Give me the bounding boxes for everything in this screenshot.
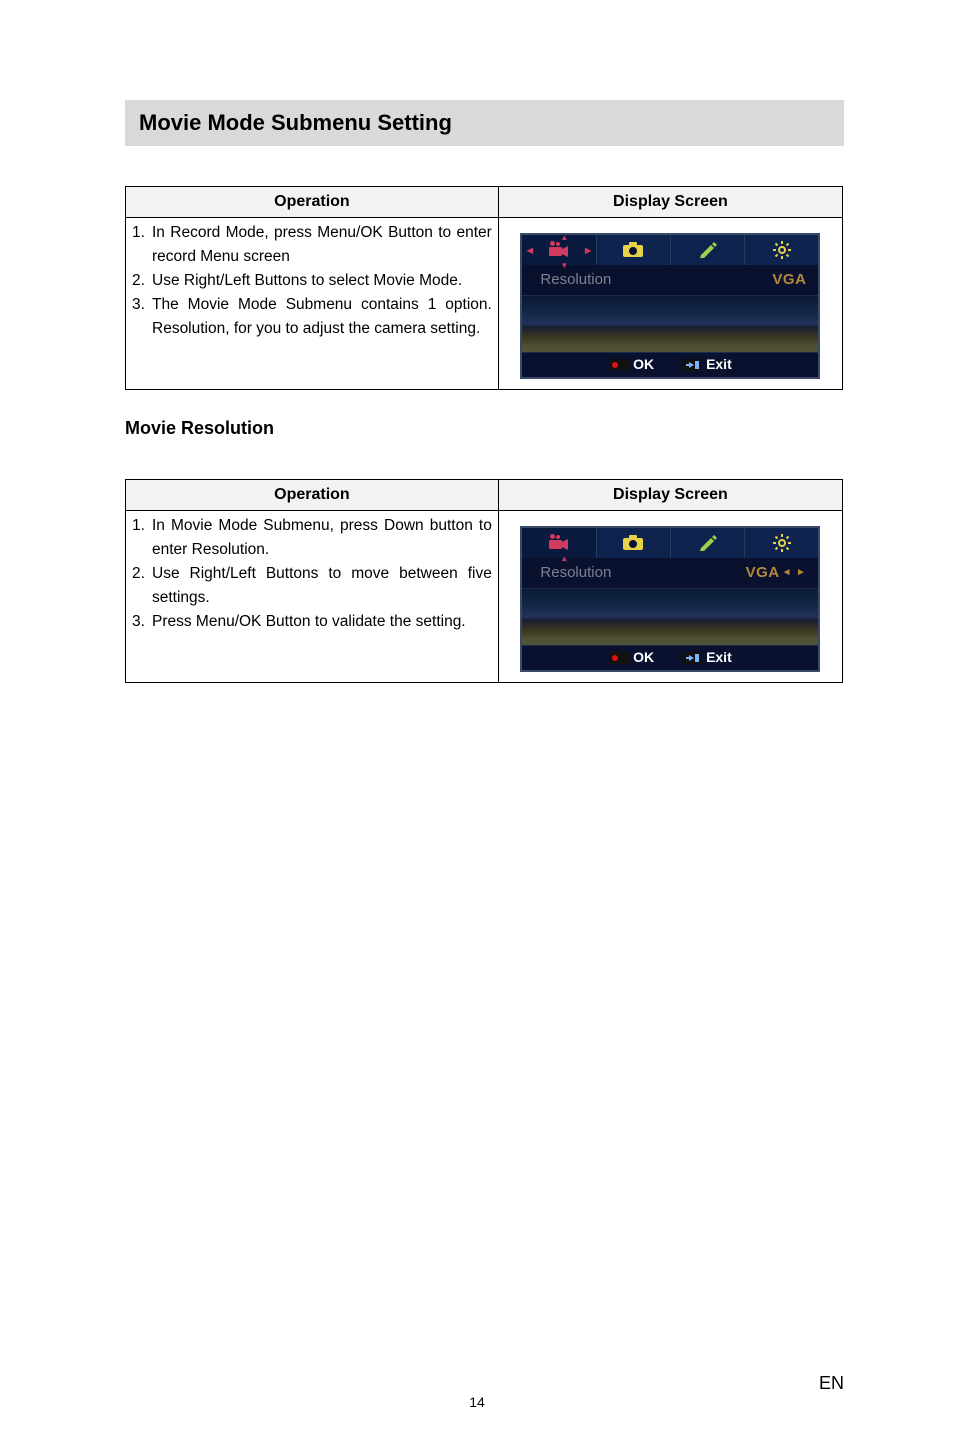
rec-icon [609, 359, 629, 371]
rec-icon [609, 652, 629, 664]
operation-step: 2.Use Right/Left Buttons to move between… [132, 562, 492, 610]
step-number: 3. [132, 293, 152, 341]
camera-icon [622, 535, 644, 551]
pen-icon [698, 535, 718, 551]
col-display: Display Screen [498, 187, 842, 218]
section-heading: Movie Mode Submenu Setting [125, 100, 844, 146]
step-number: 2. [132, 562, 152, 610]
resolution-label: Resolution [540, 561, 611, 584]
operation-step: 1.In Movie Mode Submenu, press Down butt… [132, 514, 492, 562]
camera-icon [622, 242, 644, 258]
exit-icon [682, 359, 702, 371]
movie-resolution-table: Operation Display Screen 1.In Movie Mode… [125, 479, 843, 683]
section-heading-text: Movie Mode Submenu Setting [139, 110, 830, 136]
ok-control: OK [609, 354, 654, 376]
tab-camera [597, 528, 671, 558]
display-cell: ◄►▲▼ResolutionVGA OKExit [498, 218, 842, 390]
step-text: Press Menu/OK Button to validate the set… [152, 610, 492, 634]
tab-edit [671, 235, 745, 265]
col-operation: Operation [126, 480, 499, 511]
col-operation: Operation [126, 187, 499, 218]
gear-icon [773, 241, 791, 259]
step-number: 1. [132, 221, 152, 269]
preview-area [522, 588, 818, 646]
operation-step: 2.Use Right/Left Buttons to select Movie… [132, 269, 492, 293]
movie-icon [547, 241, 571, 259]
footer-page-number: 14 [0, 1394, 954, 1410]
resolution-value: VGA [772, 268, 806, 291]
bottom-bar: OK Exit [522, 353, 818, 377]
resolution-value: VGA ◄► [746, 561, 807, 584]
resolution-label: Resolution [540, 268, 611, 291]
tab-settings [745, 528, 818, 558]
exit-icon [682, 652, 702, 664]
step-text: Use Right/Left Buttons to select Movie M… [152, 269, 492, 293]
operation-step: 3.The Movie Mode Submenu contains 1 opti… [132, 293, 492, 341]
gear-icon [773, 534, 791, 552]
operation-step: 1.In Record Mode, press Menu/OK Button t… [132, 221, 492, 269]
step-text: In Record Mode, press Menu/OK Button to … [152, 221, 492, 269]
step-number: 2. [132, 269, 152, 293]
exit-control: Exit [682, 647, 732, 669]
step-text: The Movie Mode Submenu contains 1 option… [152, 293, 492, 341]
footer-language: EN [819, 1373, 844, 1394]
display-screen-mock: ◄►▲▼ResolutionVGA OKExit [520, 233, 820, 379]
step-number: 3. [132, 610, 152, 634]
operation-cell: 1.In Record Mode, press Menu/OK Button t… [126, 218, 499, 390]
operation-step: 3.Press Menu/OK Button to validate the s… [132, 610, 492, 634]
step-number: 1. [132, 514, 152, 562]
movie-mode-table: Operation Display Screen 1.In Record Mod… [125, 186, 843, 390]
ok-label: OK [633, 647, 654, 669]
step-text: In Movie Mode Submenu, press Down button… [152, 514, 492, 562]
step-text: Use Right/Left Buttons to move between f… [152, 562, 492, 610]
tab-settings [745, 235, 818, 265]
exit-label: Exit [706, 647, 732, 669]
movie-icon [547, 534, 571, 552]
col-display: Display Screen [498, 480, 842, 511]
exit-control: Exit [682, 354, 732, 376]
ok-control: OK [609, 647, 654, 669]
exit-label: Exit [706, 354, 732, 376]
bottom-bar: OK Exit [522, 646, 818, 670]
display-cell: ▲ResolutionVGA ◄►OKExit [498, 511, 842, 683]
operation-cell: 1.In Movie Mode Submenu, press Down butt… [126, 511, 499, 683]
tab-edit [671, 528, 745, 558]
subsection-heading: Movie Resolution [125, 418, 844, 439]
preview-area [522, 295, 818, 353]
display-screen-mock: ▲ResolutionVGA ◄►OKExit [520, 526, 820, 672]
ok-label: OK [633, 354, 654, 376]
tab-camera [597, 235, 671, 265]
pen-icon [698, 242, 718, 258]
